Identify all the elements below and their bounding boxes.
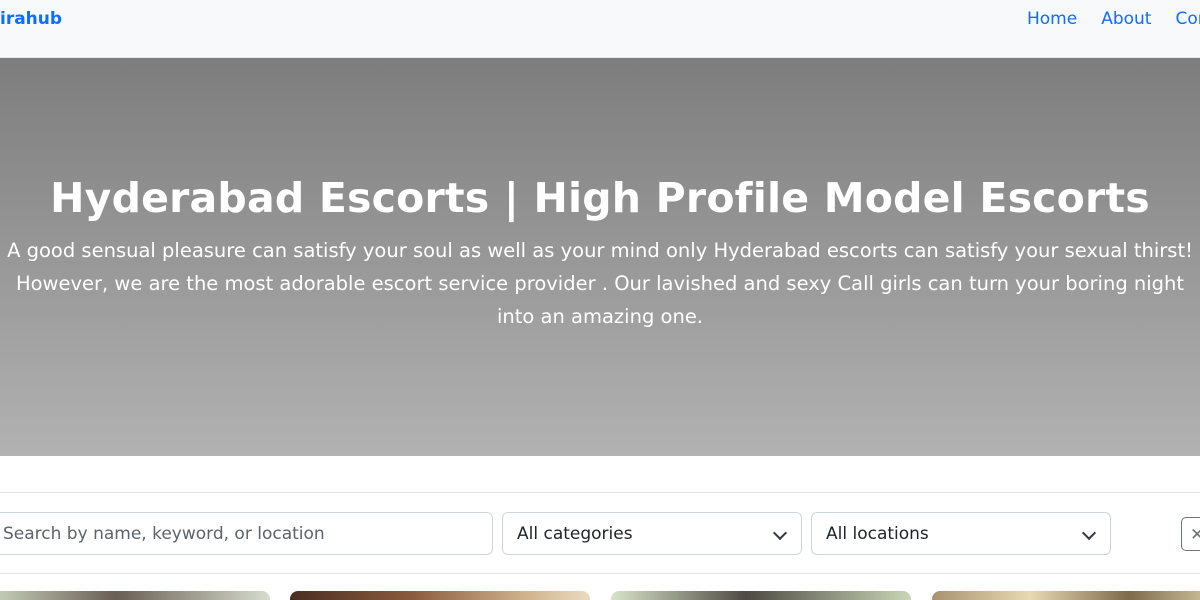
category-select-value: All categories [517,523,633,544]
category-select[interactable]: All categories [502,512,802,555]
hero-banner: Hyderabad Escorts | High Profile Model E… [0,58,1200,456]
chevron-down-icon [1081,525,1097,541]
clear-filters-button[interactable]: ✕ [1181,517,1200,551]
close-icon: ✕ [1190,525,1200,544]
search-input[interactable] [0,512,493,555]
listing-card-image[interactable] [932,591,1200,600]
listing-card-image[interactable] [611,591,911,600]
hero-description: A good sensual pleasure can satisfy your… [7,239,1193,328]
top-navbar: irahub Home About Cor [0,0,1200,58]
listing-card-image[interactable] [290,591,590,600]
chevron-down-icon [772,525,788,541]
filter-bar: All categories All locations ✕ [0,492,1200,574]
nav-link-contact[interactable]: Cor [1175,9,1200,29]
nav-link-about[interactable]: About [1101,9,1151,29]
location-select-value: All locations [826,523,929,544]
nav-link-home[interactable]: Home [1027,9,1077,29]
listing-card-image[interactable] [0,591,270,600]
nav-links: Home About Cor [1027,9,1200,29]
hero-title: Hyderabad Escorts | High Profile Model E… [50,174,1150,222]
location-select[interactable]: All locations [811,512,1111,555]
brand-logo[interactable]: irahub [0,9,62,29]
